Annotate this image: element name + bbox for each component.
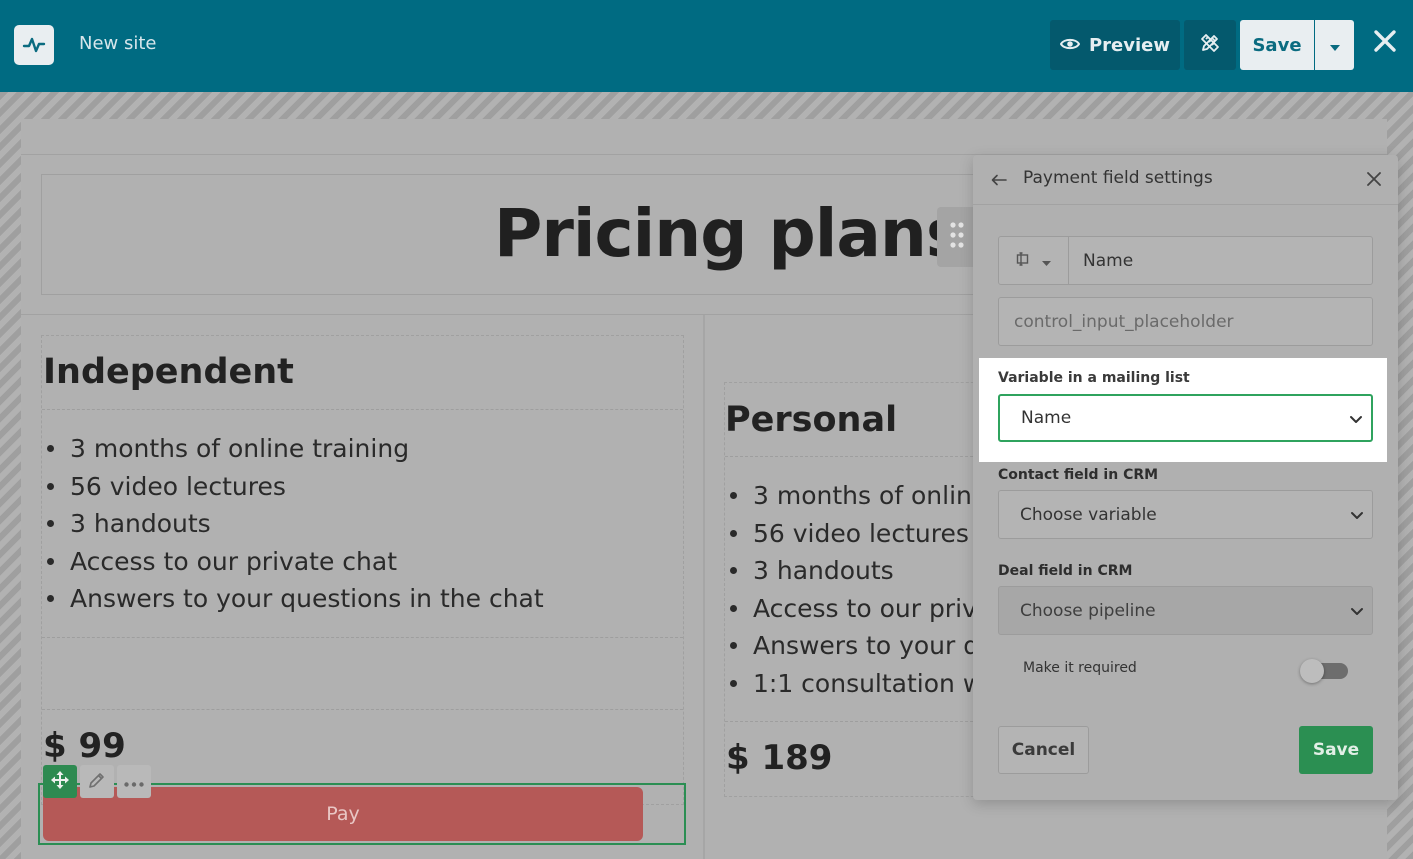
crm-contact-label: Contact field in CRM xyxy=(998,467,1159,483)
divider xyxy=(42,709,683,710)
crm-deal-label: Deal field in CRM xyxy=(998,563,1133,579)
caret-down-icon xyxy=(1329,36,1340,55)
panel-title: Payment field settings xyxy=(1023,168,1213,188)
preview-label: Preview xyxy=(1088,34,1171,56)
required-label: Make it required xyxy=(1023,660,1137,676)
plan-name: Personal xyxy=(725,400,898,440)
column-divider xyxy=(703,315,705,859)
back-button[interactable] xyxy=(988,169,1010,191)
move-icon xyxy=(51,770,69,793)
edit-button[interactable] xyxy=(80,765,114,798)
placeholder-input[interactable]: control_input_placeholder xyxy=(998,297,1373,346)
required-toggle[interactable] xyxy=(1300,659,1348,683)
arrow-left-icon xyxy=(991,171,1007,190)
drag-handle[interactable] xyxy=(937,207,977,267)
panel-header: Payment field settings xyxy=(973,155,1398,205)
plan-name: Independent xyxy=(43,352,294,392)
divider xyxy=(725,456,973,457)
payment-field-settings-panel: Payment field settings control_input_pla… xyxy=(973,155,1398,800)
cancel-button[interactable]: Cancel xyxy=(998,726,1089,774)
feature-item: Access to our privat xyxy=(725,590,973,628)
save-button[interactable]: Save xyxy=(1240,20,1314,70)
element-toolbar xyxy=(43,765,151,798)
top-bar: New site Preview Save xyxy=(0,0,1413,92)
chevron-down-icon xyxy=(1350,603,1364,617)
more-dots-icon xyxy=(124,772,144,791)
crm-deal-value: Choose pipeline xyxy=(1020,600,1156,621)
feature-item: Answers to your qu xyxy=(725,627,973,665)
field-name-group xyxy=(998,236,1373,285)
feature-list: 3 months of online t 56 video lectures 3… xyxy=(725,477,973,703)
feature-item: 3 handouts xyxy=(725,552,973,590)
mailing-variable-label: Variable in a mailing list xyxy=(998,370,1190,386)
feature-item: Access to our private chat xyxy=(42,543,682,581)
close-editor-button[interactable] xyxy=(1370,28,1400,58)
feature-item: 56 video lectures xyxy=(42,468,682,506)
more-options-button[interactable] xyxy=(117,765,151,798)
page-title[interactable]: Pricing plans xyxy=(494,195,965,272)
design-tools-button[interactable] xyxy=(1184,20,1236,70)
site-name[interactable]: New site xyxy=(79,33,157,54)
divider xyxy=(42,409,683,410)
preview-button[interactable]: Preview xyxy=(1050,20,1180,70)
move-button[interactable] xyxy=(43,765,77,798)
field-type-icon xyxy=(1016,251,1032,270)
chevron-down-icon xyxy=(1349,411,1363,425)
panel-save-button[interactable]: Save xyxy=(1299,726,1373,774)
mailing-variable-value: Name xyxy=(1021,408,1072,428)
save-options-dropdown[interactable] xyxy=(1315,20,1354,70)
eye-icon xyxy=(1059,35,1081,56)
field-type-toggle[interactable] xyxy=(999,237,1069,284)
crm-deal-select[interactable]: Choose pipeline xyxy=(998,586,1373,635)
panel-close-button[interactable] xyxy=(1363,169,1385,191)
drag-dots-icon xyxy=(950,222,964,252)
pencil-icon xyxy=(88,771,106,793)
plan-price: $ 189 xyxy=(726,738,833,778)
feature-item: 3 handouts xyxy=(42,505,682,543)
crm-contact-value: Choose variable xyxy=(1020,504,1157,525)
pencil-ruler-icon xyxy=(1199,32,1221,58)
feature-item: 3 months of online training xyxy=(42,430,682,468)
app-logo-icon[interactable] xyxy=(14,25,54,65)
feature-item: Answers to your questions in the chat xyxy=(42,580,682,618)
field-name-input[interactable] xyxy=(1069,237,1372,284)
feature-item: 3 months of online t xyxy=(725,477,973,515)
feature-item: 56 video lectures xyxy=(725,515,973,553)
divider xyxy=(42,637,683,638)
feature-list: 3 months of online training 56 video lec… xyxy=(42,430,682,618)
toggle-knob xyxy=(1300,659,1324,683)
close-icon xyxy=(1367,171,1381,190)
caret-down-icon xyxy=(1042,251,1051,270)
divider xyxy=(725,721,973,722)
mailing-variable-select[interactable]: Name xyxy=(998,394,1373,442)
feature-item: 1:1 consultation wit xyxy=(725,665,973,703)
close-icon xyxy=(1373,29,1397,57)
chevron-down-icon xyxy=(1350,507,1364,521)
plan-price: $ 99 xyxy=(43,726,126,766)
crm-contact-select[interactable]: Choose variable xyxy=(998,490,1373,539)
